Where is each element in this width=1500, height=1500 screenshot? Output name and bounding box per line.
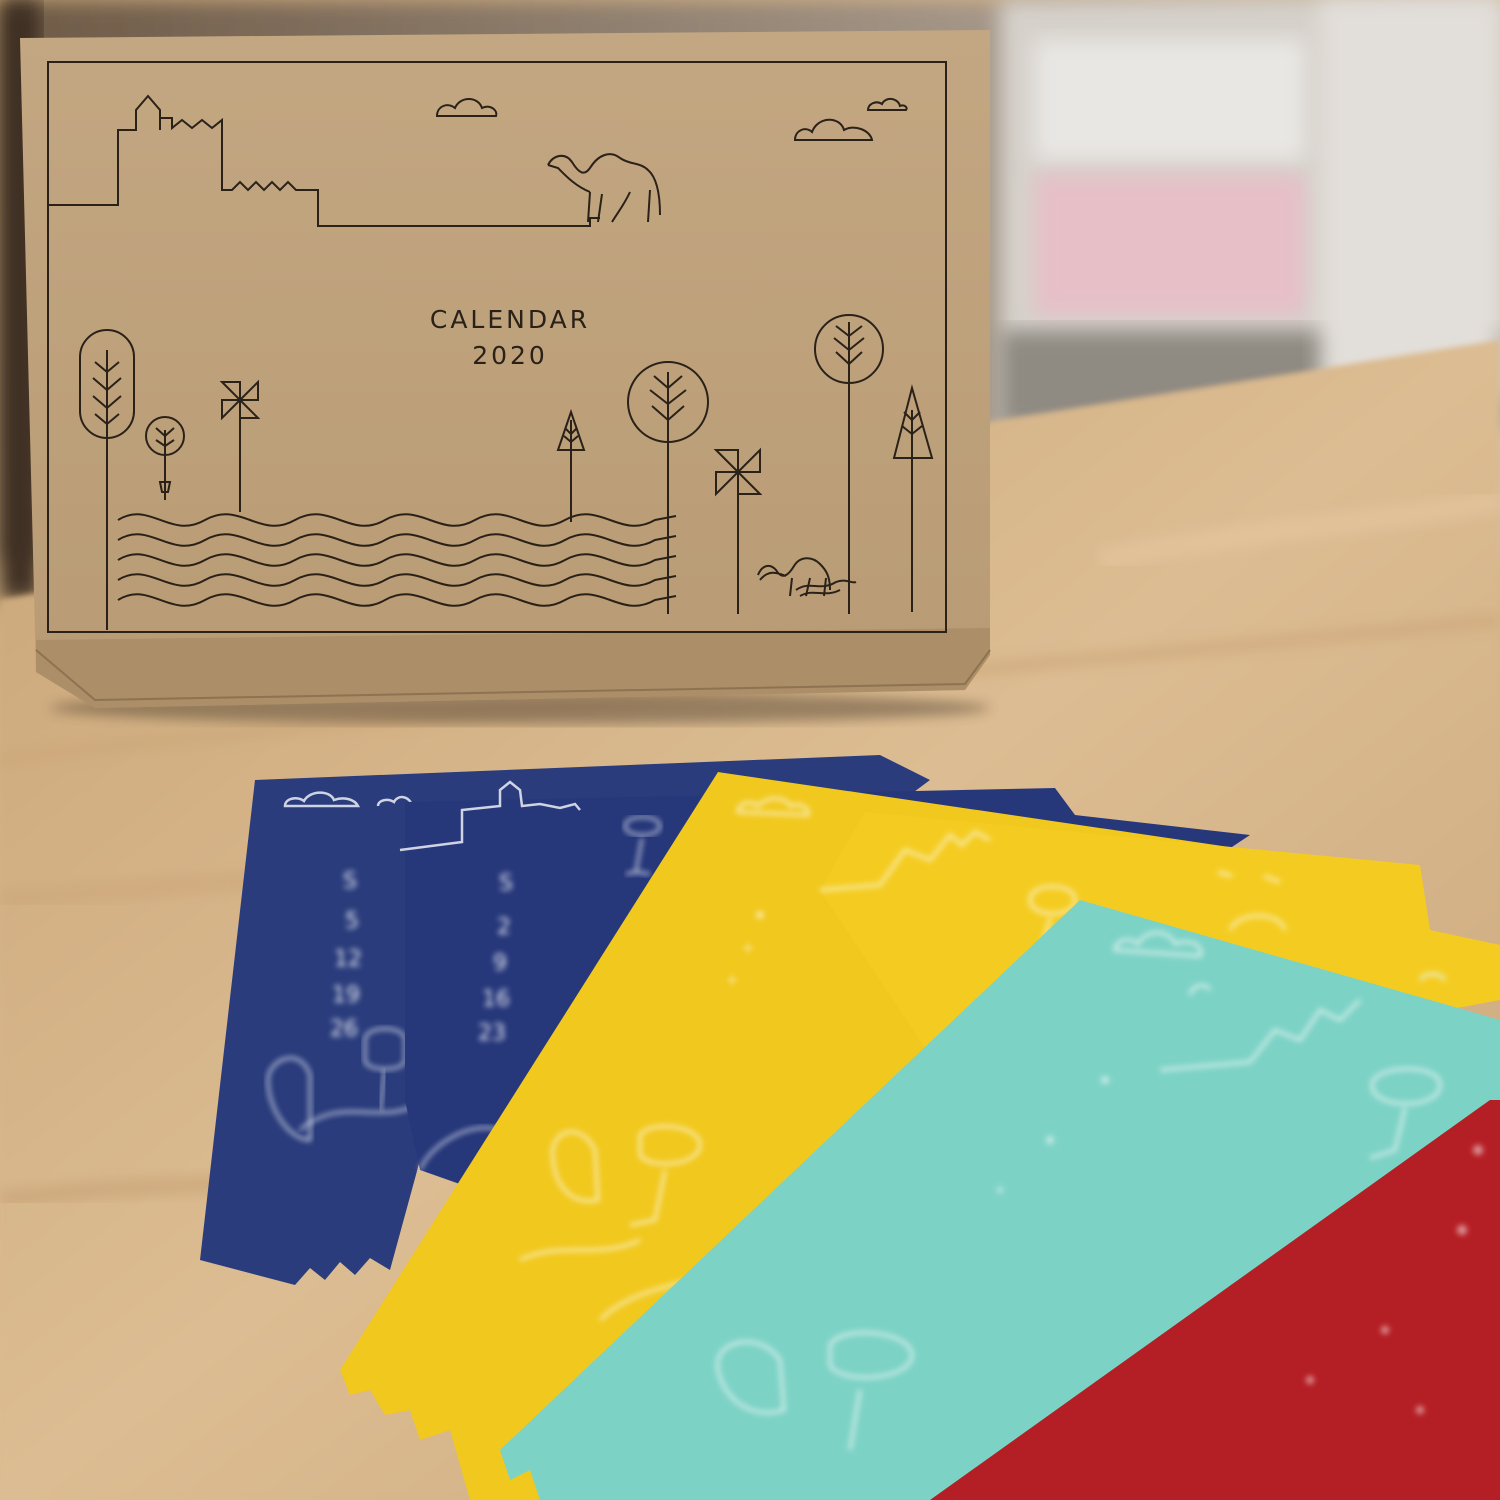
card-digit: 5	[345, 909, 359, 934]
box-title-line1: CALENDAR	[430, 305, 590, 334]
calendar-box: CALENDAR 2020	[20, 30, 991, 724]
box-title-line2: 2020	[472, 341, 548, 370]
card-digit: 9	[493, 951, 507, 976]
card-digit: 26	[330, 1017, 358, 1042]
card-digit: 2	[497, 915, 511, 940]
card-digit: S	[499, 871, 513, 896]
photo-scene: CALENDAR 2020 S 5 12 19 26 S 2 9 16 23	[0, 0, 1500, 1500]
card-digit: 23	[478, 1021, 506, 1046]
card-digit: 12	[334, 947, 362, 972]
calendar-cards: S 5 12 19 26 S 2 9 16 23	[200, 755, 1500, 1500]
card-digit: S	[343, 869, 357, 894]
card-digit: 16	[482, 987, 510, 1012]
card-digit: 19	[332, 983, 360, 1008]
